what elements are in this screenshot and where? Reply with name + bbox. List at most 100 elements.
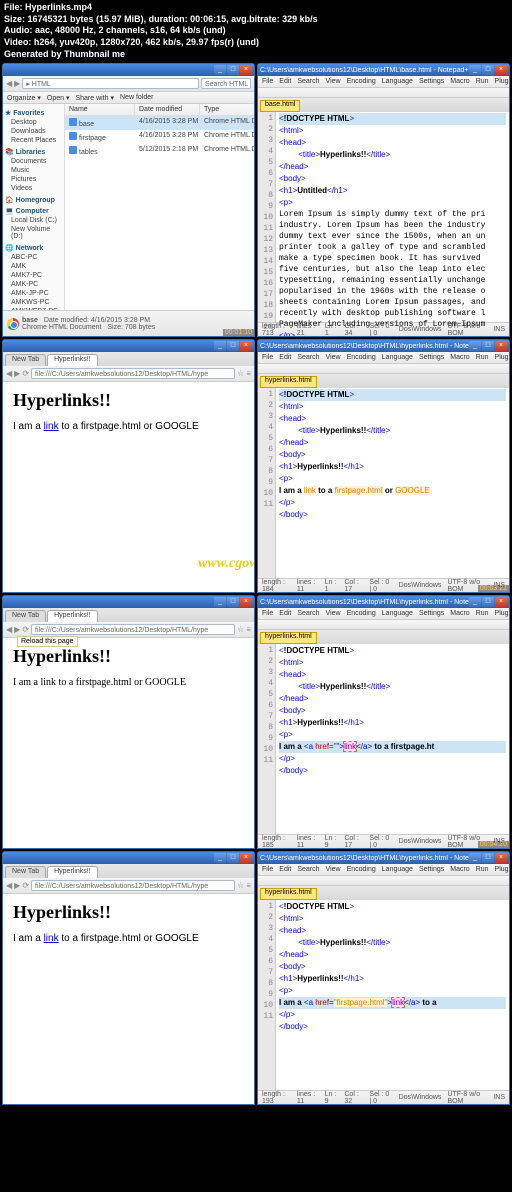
menu-plug[interactable]: Plugins bbox=[495, 78, 510, 85]
tab-hyperlinks[interactable]: hyperlinks.html bbox=[260, 632, 317, 644]
titlebar[interactable]: _□× bbox=[3, 340, 254, 352]
lib-hdr[interactable]: 📚 Libraries bbox=[5, 148, 62, 156]
tab-new[interactable]: New Tab bbox=[5, 610, 46, 622]
titlebar[interactable]: _□× bbox=[3, 596, 254, 608]
col-date[interactable]: Date modified bbox=[135, 104, 200, 115]
menu-search[interactable]: Search bbox=[297, 78, 319, 85]
file-row[interactable]: tables 5/12/2015 2:18 PM Chrome HTML Do.… bbox=[65, 144, 255, 158]
share-btn[interactable]: Share with ▾ bbox=[75, 94, 114, 102]
tab-active[interactable]: Hyperlinks!! bbox=[47, 354, 98, 366]
nav-item[interactable]: AMK bbox=[5, 262, 62, 271]
nav-item[interactable]: AMK-JP-PC bbox=[5, 289, 62, 298]
reload-icon[interactable]: ⟳ bbox=[22, 625, 29, 634]
close-btn[interactable]: × bbox=[240, 853, 252, 863]
col-name[interactable]: Name bbox=[65, 104, 135, 115]
titlebar[interactable]: _□× bbox=[3, 852, 254, 864]
nav-item[interactable]: Downloads bbox=[5, 127, 62, 136]
back-icon[interactable]: ◀ bbox=[6, 881, 12, 890]
url-input[interactable]: file:///C:/Users/amkwebsolutions12/Deskt… bbox=[31, 368, 235, 379]
nav-item[interactable]: AMK-PC bbox=[5, 280, 62, 289]
titlebar[interactable]: C:\Users\amkwebsolutions12\Desktop\HTML\… bbox=[258, 340, 509, 352]
menu-icon[interactable]: ≡ bbox=[246, 881, 251, 890]
tab-hyperlinks[interactable]: hyperlinks.html bbox=[260, 888, 317, 900]
min-btn[interactable]: _ bbox=[214, 597, 226, 607]
titlebar[interactable]: C:\Users\amkwebsolutions12\Desktop\HTML\… bbox=[258, 64, 509, 76]
max-btn[interactable]: □ bbox=[482, 597, 494, 607]
star-icon[interactable]: ☆ bbox=[237, 369, 244, 378]
nav-item[interactable]: Local Disk (C:) bbox=[5, 216, 62, 225]
search-input[interactable]: Search HTML bbox=[201, 78, 251, 89]
max-btn[interactable]: □ bbox=[227, 341, 239, 351]
close-btn[interactable]: × bbox=[240, 597, 252, 607]
close-btn[interactable]: × bbox=[240, 65, 252, 75]
link[interactable]: link bbox=[44, 933, 59, 944]
newfolder-btn[interactable]: New folder bbox=[120, 94, 153, 101]
tab-new[interactable]: New Tab bbox=[5, 866, 46, 878]
tab-hyperlinks[interactable]: hyperlinks.html bbox=[260, 376, 317, 388]
back-icon[interactable]: ◀ bbox=[6, 79, 12, 88]
fwd-icon[interactable]: ▶ bbox=[14, 625, 20, 634]
min-btn[interactable]: _ bbox=[469, 853, 481, 863]
nav-item[interactable]: ABC-PC bbox=[5, 253, 62, 262]
menu-macro[interactable]: Macro bbox=[450, 78, 469, 85]
nav-item[interactable]: Recent Places bbox=[5, 136, 62, 145]
nav-item[interactable]: Videos bbox=[5, 184, 62, 193]
min-btn[interactable]: _ bbox=[214, 341, 226, 351]
close-btn[interactable]: × bbox=[495, 341, 507, 351]
col-type[interactable]: Type bbox=[200, 104, 255, 115]
nav-item[interactable]: New Volume (D:) bbox=[5, 225, 62, 241]
max-btn[interactable]: □ bbox=[227, 65, 239, 75]
fav-hdr[interactable]: ★ Favorites bbox=[5, 109, 62, 117]
fwd-icon[interactable]: ▶ bbox=[14, 369, 20, 378]
code-editor[interactable]: <!DOCTYPE HTML> <html> <head> <title>Hyp… bbox=[276, 644, 509, 834]
menu-file[interactable]: File bbox=[262, 78, 273, 85]
address-input[interactable]: ▸ HTML bbox=[22, 78, 199, 89]
nav-item[interactable]: Music bbox=[5, 166, 62, 175]
min-btn[interactable]: _ bbox=[469, 597, 481, 607]
max-btn[interactable]: □ bbox=[482, 341, 494, 351]
file-row[interactable]: firstpage 4/16/2015 3:28 PM Chrome HTML … bbox=[65, 130, 255, 144]
tab-base[interactable]: base.html bbox=[260, 100, 300, 112]
fwd-icon[interactable]: ▶ bbox=[14, 881, 20, 890]
code-editor[interactable]: <!DOCTYPE HTML> <html> <head> <title>Hyp… bbox=[276, 900, 509, 1090]
open-btn[interactable]: Open ▾ bbox=[47, 94, 70, 102]
min-btn[interactable]: _ bbox=[214, 853, 226, 863]
menu-edit[interactable]: Edit bbox=[279, 78, 291, 85]
nav-item[interactable]: Documents bbox=[5, 157, 62, 166]
back-icon[interactable]: ◀ bbox=[6, 625, 12, 634]
file-row[interactable]: base 4/16/2015 3:28 PM Chrome HTML Do... bbox=[65, 116, 255, 130]
nav-item[interactable]: Pictures bbox=[5, 175, 62, 184]
nav-item[interactable]: AMKWS-PC bbox=[5, 298, 62, 307]
menu-lang[interactable]: Language bbox=[382, 78, 413, 85]
home-hdr[interactable]: 🏠 Homegroup bbox=[5, 196, 62, 204]
link[interactable]: link bbox=[44, 421, 59, 432]
code-editor[interactable]: <!DOCTYPE HTML> <html> <head> <title>Hyp… bbox=[276, 112, 509, 322]
close-btn[interactable]: × bbox=[240, 341, 252, 351]
nav-item[interactable]: AMK7-PC bbox=[5, 271, 62, 280]
max-btn[interactable]: □ bbox=[227, 853, 239, 863]
tab-active[interactable]: Hyperlinks!! bbox=[47, 866, 98, 878]
close-btn[interactable]: × bbox=[495, 853, 507, 863]
comp-hdr[interactable]: 💻 Computer bbox=[5, 207, 62, 215]
nav-item[interactable]: Desktop bbox=[5, 118, 62, 127]
titlebar[interactable]: C:\Users\amkwebsolutions12\Desktop\HTML\… bbox=[258, 596, 509, 608]
max-btn[interactable]: □ bbox=[482, 65, 494, 75]
menu-icon[interactable]: ≡ bbox=[246, 369, 251, 378]
back-icon[interactable]: ◀ bbox=[6, 369, 12, 378]
min-btn[interactable]: _ bbox=[214, 65, 226, 75]
titlebar[interactable]: C:\Users\amkwebsolutions12\Desktop\HTML\… bbox=[258, 852, 509, 864]
min-btn[interactable]: _ bbox=[469, 341, 481, 351]
star-icon[interactable]: ☆ bbox=[237, 625, 244, 634]
reload-icon[interactable]: ⟳ bbox=[22, 881, 29, 890]
close-btn[interactable]: × bbox=[495, 65, 507, 75]
titlebar[interactable]: _□× bbox=[3, 64, 254, 76]
close-btn[interactable]: × bbox=[495, 597, 507, 607]
url-input[interactable]: file:///C:/Users/amkwebsolutions12/Deskt… bbox=[31, 624, 235, 635]
max-btn[interactable]: □ bbox=[482, 853, 494, 863]
url-input[interactable]: file:///C:/Users/amkwebsolutions12/Deskt… bbox=[31, 880, 235, 891]
menu-run[interactable]: Run bbox=[476, 78, 489, 85]
menu-icon[interactable]: ≡ bbox=[246, 625, 251, 634]
fwd-icon[interactable]: ▶ bbox=[14, 79, 20, 88]
menu-set[interactable]: Settings bbox=[419, 78, 444, 85]
menu-view[interactable]: View bbox=[326, 78, 341, 85]
